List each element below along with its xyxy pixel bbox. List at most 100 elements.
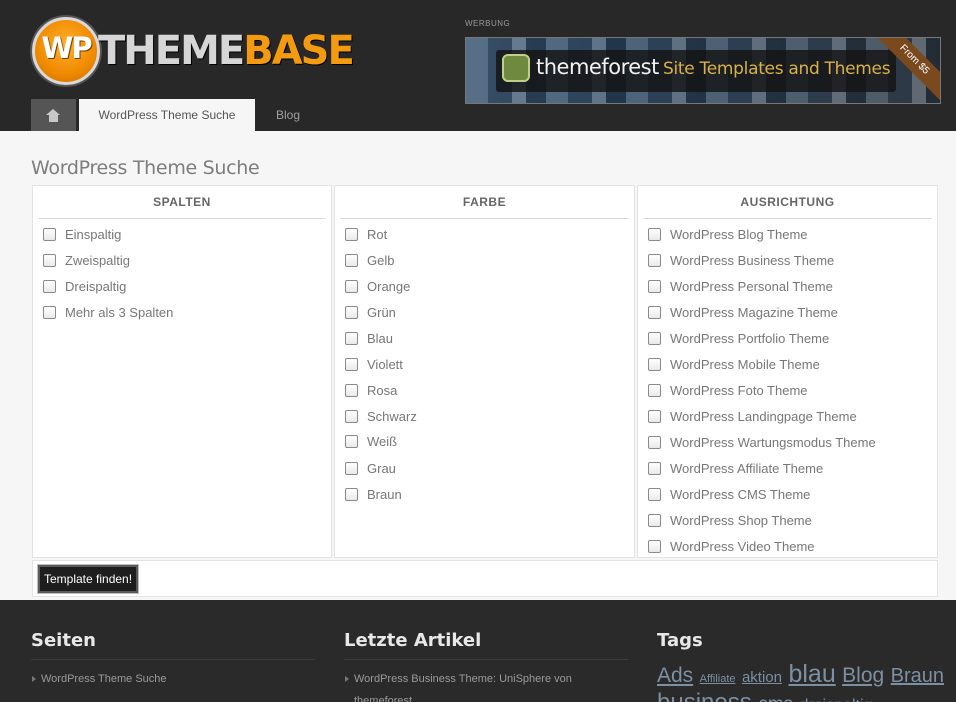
footer-heading: Tags — [657, 630, 703, 651]
checkbox[interactable] — [648, 305, 661, 319]
checkbox[interactable] — [43, 305, 56, 319]
nav-tab-blog[interactable]: Blog — [263, 99, 313, 131]
footer-heading: Seiten — [31, 630, 315, 660]
option-gelb[interactable]: Gelb — [345, 251, 394, 269]
checkbox[interactable] — [648, 253, 661, 267]
checkbox[interactable] — [648, 487, 661, 501]
option-portfolio-theme[interactable]: WordPress Portfolio Theme — [648, 329, 829, 347]
checkbox[interactable] — [345, 357, 358, 371]
option-wartungsmodus-theme[interactable]: WordPress Wartungsmodus Theme — [648, 433, 876, 451]
checkbox[interactable] — [345, 383, 358, 397]
option-affiliate-theme[interactable]: WordPress Affiliate Theme — [648, 459, 823, 477]
footer-article-link[interactable]: WordPress Business Theme: UniSphere von … — [344, 668, 628, 702]
filter-column-farbe: FARBE Rot Gelb Orange Grün Blau Violett … — [334, 185, 635, 558]
tag-link[interactable]: Braun — [891, 665, 944, 687]
filter-column-ausrichtung: AUSRICHTUNG WordPress Blog Theme WordPre… — [637, 185, 938, 558]
footer-latest-articles: Letzte Artikel WordPress Business Theme:… — [344, 630, 628, 702]
tag-cloud: Ads Affiliate aktion blau Blog Braun bus… — [657, 662, 947, 702]
ad-brand: themeforest — [536, 55, 659, 79]
checkbox[interactable] — [648, 435, 661, 449]
site-header: WP THEMEBASE WERBUNG themeforest Site Te… — [0, 0, 956, 131]
site-logo[interactable]: WP THEMEBASE — [32, 17, 355, 87]
site-footer: Seiten WordPress Theme Suche Letzte Arti… — [0, 600, 956, 702]
option-rosa[interactable]: Rosa — [345, 381, 397, 399]
submit-bar: Template finden! — [32, 560, 938, 597]
logo-base-text: BASE — [243, 28, 355, 74]
ad-tagline: Site Templates and Themes — [663, 59, 891, 79]
checkbox[interactable] — [648, 539, 661, 553]
option-foto-theme[interactable]: WordPress Foto Theme — [648, 381, 808, 399]
column-heading: FARBE — [340, 186, 629, 219]
option-magazine-theme[interactable]: WordPress Magazine Theme — [648, 303, 838, 321]
footer-pages: Seiten WordPress Theme Suche — [31, 630, 315, 690]
option-braun[interactable]: Braun — [345, 485, 402, 503]
option-cms-theme[interactable]: WordPress CMS Theme — [648, 485, 810, 503]
tag-link[interactable]: cms — [758, 694, 793, 702]
option-business-theme[interactable]: WordPress Business Theme — [648, 251, 834, 269]
logo-wp-text: WP — [41, 31, 92, 65]
checkbox[interactable] — [43, 227, 56, 241]
checkbox[interactable] — [648, 409, 661, 423]
checkbox[interactable] — [345, 409, 358, 423]
option-orange[interactable]: Orange — [345, 277, 410, 295]
checkbox[interactable] — [345, 461, 358, 475]
checkbox[interactable] — [648, 331, 661, 345]
ad-banner[interactable]: themeforest Site Templates and Themes Fr… — [465, 37, 941, 104]
tag-link[interactable]: dreispaltig — [799, 697, 872, 702]
checkbox[interactable] — [345, 331, 358, 345]
checkbox[interactable] — [648, 227, 661, 241]
option-mobile-theme[interactable]: WordPress Mobile Theme — [648, 355, 820, 373]
checkbox[interactable] — [648, 357, 661, 371]
option-schwarz[interactable]: Schwarz — [345, 407, 417, 425]
option-gruen[interactable]: Grün — [345, 303, 396, 321]
checkbox[interactable] — [648, 513, 661, 527]
column-heading: AUSRICHTUNG — [643, 186, 932, 219]
page-title: WordPress Theme Suche — [31, 157, 260, 179]
option-rot[interactable]: Rot — [345, 225, 387, 243]
checkbox[interactable] — [345, 227, 358, 241]
option-violett[interactable]: Violett — [345, 355, 403, 373]
option-shop-theme[interactable]: WordPress Shop Theme — [648, 511, 812, 529]
checkbox[interactable] — [345, 434, 358, 448]
tag-link[interactable]: Affiliate — [700, 673, 736, 685]
logo-theme-text: THEME — [98, 28, 245, 74]
checkbox[interactable] — [345, 487, 358, 501]
tag-link[interactable]: aktion — [742, 669, 782, 686]
option-landingpage-theme[interactable]: WordPress Landingpage Theme — [648, 407, 857, 425]
tag-link[interactable]: blau — [788, 660, 835, 688]
footer-tags: Tags Ads Affiliate aktion blau Blog Brau… — [657, 630, 947, 702]
footer-heading: Letzte Artikel — [344, 630, 628, 660]
option-blau[interactable]: Blau — [345, 329, 393, 347]
column-heading: SPALTEN — [38, 186, 326, 219]
checkbox[interactable] — [345, 305, 358, 319]
option-grau[interactable]: Grau — [345, 459, 396, 477]
home-icon — [46, 109, 61, 122]
ad-label: WERBUNG — [465, 19, 511, 28]
option-personal-theme[interactable]: WordPress Personal Theme — [648, 277, 833, 295]
option-dreispaltig[interactable]: Dreispaltig — [43, 277, 126, 295]
option-weiss[interactable]: Weiß — [345, 432, 397, 450]
logo-wordmark: THEMEBASE — [98, 27, 355, 75]
nav-home-button[interactable] — [31, 99, 76, 131]
option-blog-theme[interactable]: WordPress Blog Theme — [648, 225, 808, 243]
tag-link[interactable]: business — [657, 689, 752, 702]
checkbox[interactable] — [43, 279, 56, 293]
main-content: WordPress Theme Suche SPALTEN Einspaltig… — [0, 131, 956, 600]
tag-link[interactable]: Ads — [657, 664, 693, 687]
option-video-theme[interactable]: WordPress Video Theme — [648, 537, 815, 555]
checkbox[interactable] — [345, 279, 358, 293]
checkbox[interactable] — [43, 253, 56, 267]
filter-column-spalten: SPALTEN Einspaltig Zweispaltig Dreispalt… — [32, 185, 332, 558]
checkbox[interactable] — [345, 253, 358, 267]
tag-link[interactable]: Blog — [842, 664, 884, 687]
find-template-button[interactable]: Template finden! — [36, 564, 140, 594]
checkbox[interactable] — [648, 383, 661, 397]
option-mehr-als-3-spalten[interactable]: Mehr als 3 Spalten — [43, 303, 173, 321]
footer-page-link[interactable]: WordPress Theme Suche — [31, 668, 315, 690]
checkbox[interactable] — [648, 279, 661, 293]
nav-tab-theme-suche[interactable]: WordPress Theme Suche — [79, 99, 255, 131]
themeforest-leaf-icon — [502, 54, 530, 82]
option-zweispaltig[interactable]: Zweispaltig — [43, 251, 130, 269]
checkbox[interactable] — [648, 461, 661, 475]
option-einspaltig[interactable]: Einspaltig — [43, 225, 121, 243]
